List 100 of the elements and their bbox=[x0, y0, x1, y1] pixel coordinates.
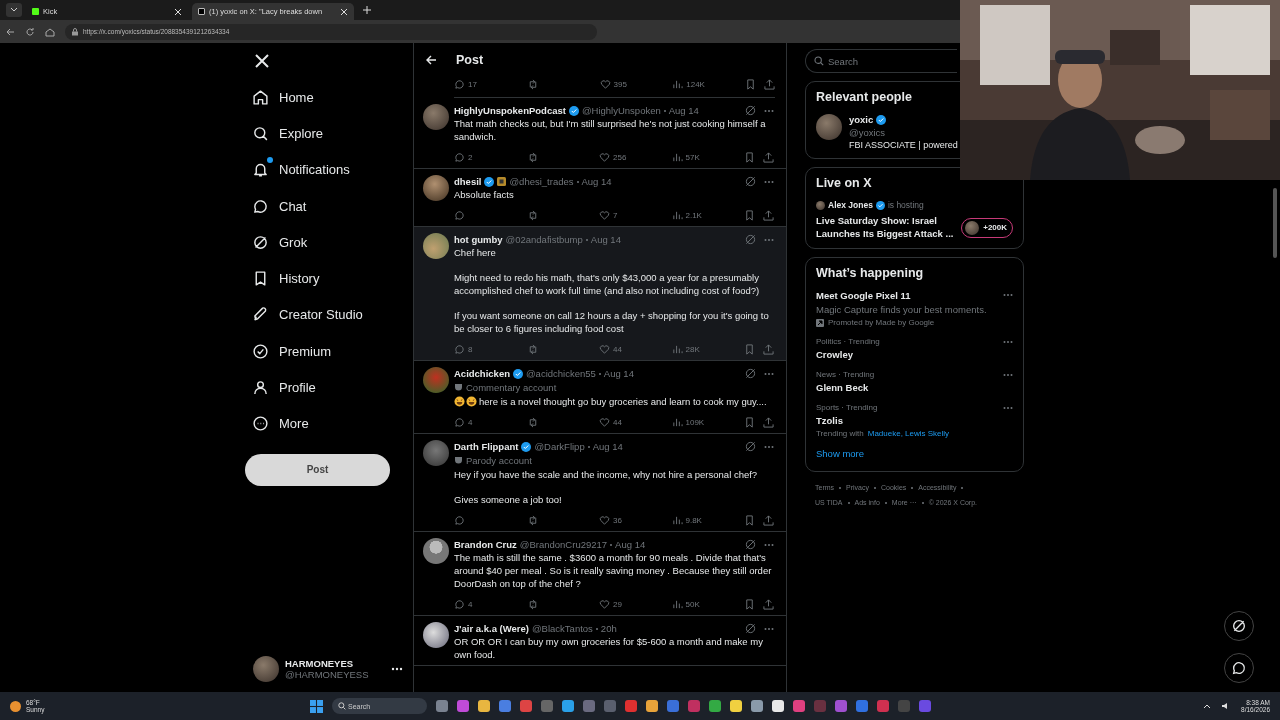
post-date[interactable]: Aug 14 bbox=[615, 539, 646, 550]
grok-button[interactable] bbox=[1224, 611, 1254, 641]
like-button[interactable]: 7 bbox=[599, 209, 672, 221]
post-date[interactable]: Aug 14 bbox=[603, 368, 634, 379]
nav-item[interactable]: Profile bbox=[245, 369, 413, 406]
nav-item[interactable]: Notifications bbox=[245, 151, 413, 188]
related-link[interactable]: Madueke, Lewis Skelly bbox=[867, 429, 950, 438]
app-icon[interactable] bbox=[646, 700, 658, 712]
author-handle[interactable]: @02andafistbump bbox=[505, 234, 583, 245]
host-name[interactable]: Alex Jones bbox=[828, 200, 873, 210]
app-icon[interactable] bbox=[730, 700, 742, 712]
bookmark-icon[interactable] bbox=[745, 78, 756, 90]
reply-button[interactable]: 17 bbox=[454, 78, 527, 90]
views-button[interactable]: 28K bbox=[671, 343, 744, 355]
nav-item[interactable]: Creator Studio bbox=[245, 296, 413, 334]
reply-button[interactable]: 2 bbox=[454, 151, 527, 163]
share-icon[interactable] bbox=[763, 151, 774, 163]
slashed-circle-icon[interactable] bbox=[745, 176, 756, 187]
post-date[interactable]: Aug 14 bbox=[590, 234, 621, 245]
like-button[interactable]: 395 bbox=[599, 78, 673, 90]
author-handle[interactable]: @BlackTantos bbox=[531, 623, 593, 634]
slashed-circle-icon[interactable] bbox=[745, 623, 756, 634]
nav-item[interactable]: History bbox=[245, 260, 413, 297]
post-button[interactable]: Post bbox=[245, 453, 390, 486]
views-button[interactable]: 109K bbox=[671, 416, 744, 428]
nav-item[interactable]: More bbox=[245, 405, 413, 442]
author-handle[interactable]: @dhesi_trades bbox=[509, 176, 574, 187]
chat-button[interactable] bbox=[1224, 653, 1254, 683]
trend-item[interactable]: Sports · Trending Tzolis Trending with Madueke, Lewis Skelly bbox=[816, 403, 1013, 438]
close-icon[interactable] bbox=[340, 7, 348, 16]
share-icon[interactable] bbox=[763, 209, 774, 221]
author-name[interactable]: J'air a.k.a (Were) bbox=[454, 623, 529, 634]
author-name[interactable]: HighlyUnspokenPodcast bbox=[454, 105, 566, 116]
bookmark-icon[interactable] bbox=[744, 151, 755, 163]
like-button[interactable]: 44 bbox=[599, 416, 672, 428]
back-arrow-icon[interactable] bbox=[425, 54, 437, 66]
bookmark-icon[interactable] bbox=[744, 209, 755, 221]
share-icon[interactable] bbox=[763, 514, 774, 526]
post-date[interactable]: 20h bbox=[600, 623, 617, 634]
bookmark-icon[interactable] bbox=[744, 514, 755, 526]
like-button[interactable]: 256 bbox=[599, 151, 672, 163]
post-date[interactable]: Aug 14 bbox=[668, 105, 699, 116]
slashed-circle-icon[interactable] bbox=[745, 105, 756, 116]
nav-item[interactable]: Chat bbox=[245, 187, 413, 225]
person-name[interactable]: yoxic bbox=[849, 114, 874, 125]
new-tab-icon[interactable] bbox=[362, 5, 372, 15]
bookmark-icon[interactable] bbox=[744, 416, 755, 428]
reply-button[interactable]: 8 bbox=[454, 343, 527, 355]
reload-icon[interactable] bbox=[25, 26, 35, 37]
slashed-circle-icon[interactable] bbox=[745, 441, 756, 452]
app-icon[interactable] bbox=[478, 700, 490, 712]
views-button[interactable]: 57K bbox=[671, 151, 744, 163]
show-more-link[interactable]: Show more bbox=[816, 448, 1013, 459]
app-icon[interactable] bbox=[772, 700, 784, 712]
author-handle[interactable]: @HighlyUnspoken bbox=[581, 105, 661, 116]
more-icon[interactable] bbox=[391, 667, 403, 671]
share-icon[interactable] bbox=[764, 78, 775, 90]
bookmark-icon[interactable] bbox=[744, 343, 755, 355]
slashed-circle-icon[interactable] bbox=[745, 234, 756, 245]
app-icon[interactable] bbox=[709, 700, 721, 712]
author-handle[interactable]: @BrandonCru29217 bbox=[519, 539, 608, 550]
tab-list-button[interactable] bbox=[6, 3, 22, 17]
like-button[interactable]: 44 bbox=[599, 343, 672, 355]
like-button[interactable]: 29 bbox=[599, 598, 672, 610]
home-icon[interactable] bbox=[45, 26, 55, 37]
views-button[interactable]: 2.1K bbox=[671, 209, 744, 221]
nav-item[interactable]: Premium bbox=[245, 333, 413, 370]
author-name[interactable]: Darth Flippant bbox=[454, 441, 519, 452]
reply-button[interactable]: 4 bbox=[454, 598, 527, 610]
close-icon[interactable] bbox=[174, 7, 182, 16]
views-button[interactable]: 50K bbox=[671, 598, 744, 610]
slashed-circle-icon[interactable] bbox=[745, 539, 756, 550]
post[interactable] bbox=[414, 227, 786, 361]
author-name[interactable]: dhesil bbox=[454, 176, 482, 187]
post-date[interactable]: Aug 14 bbox=[592, 441, 623, 452]
back-icon[interactable] bbox=[5, 26, 15, 37]
app-icon[interactable] bbox=[562, 700, 574, 712]
reply-button[interactable]: 4 bbox=[454, 416, 527, 428]
nav-item[interactable]: Grok bbox=[245, 224, 413, 261]
trend-item[interactable]: Meet Google Pixel 11 Magic Capture finds your best moments. Promoted by Made by Google bbox=[816, 290, 1013, 327]
post[interactable]: Acidchicken @acidchicken55 Aug 14 Commentary account here is a novel thought go buy groceries and learn to cook my guy.... 4 44 109K bbox=[414, 361, 786, 434]
chevron-up-icon[interactable] bbox=[1203, 703, 1212, 709]
nav-item[interactable]: Home bbox=[245, 79, 413, 116]
start-icon[interactable] bbox=[310, 699, 323, 713]
x-logo-icon[interactable] bbox=[254, 53, 270, 69]
author-name[interactable]: Brandon Cruz bbox=[454, 539, 517, 550]
bookmark-icon[interactable] bbox=[744, 598, 755, 610]
app-icon[interactable] bbox=[751, 700, 763, 712]
author-name[interactable]: Acidchicken bbox=[454, 368, 510, 379]
live-show-title[interactable]: Live Saturday Show: Israel Launches Its Biggest Attack ... bbox=[816, 215, 956, 240]
post[interactable]: Darth Flippant @DarkFlipp Aug 14 Parody account Hey if you have the scale and the income, why not hire a personal chef? Gives someone a job too! 36 9.8K bbox=[414, 434, 786, 532]
share-icon[interactable] bbox=[763, 598, 774, 610]
nav-item[interactable]: Explore bbox=[245, 115, 413, 152]
author-name[interactable]: hot gumby bbox=[454, 234, 503, 245]
views-button[interactable]: 9.8K bbox=[671, 514, 744, 526]
author-handle[interactable]: @acidchicken55 bbox=[525, 368, 596, 379]
slashed-circle-icon[interactable] bbox=[745, 368, 756, 379]
like-button[interactable]: 36 bbox=[599, 514, 672, 526]
share-icon[interactable] bbox=[763, 343, 774, 355]
post-date[interactable]: Aug 14 bbox=[581, 176, 612, 187]
